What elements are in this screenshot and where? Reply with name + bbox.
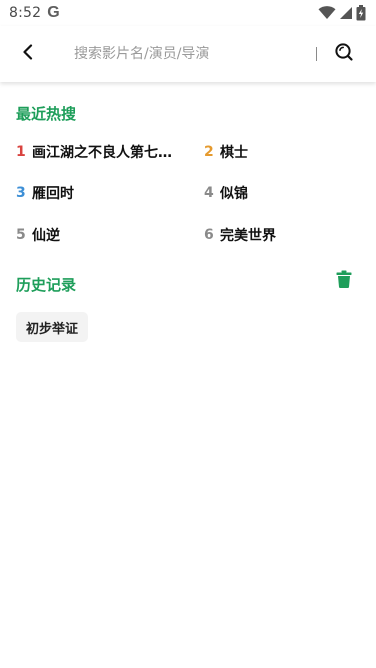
hot-item-2[interactable]: 2 棋士 (204, 141, 248, 163)
hot-item-3[interactable]: 3 雁回时 (16, 182, 74, 204)
hot-rank: 3 (16, 185, 26, 201)
search-header (0, 26, 376, 82)
hot-name: 画江湖之不良人第七… (32, 145, 172, 161)
hot-item-6[interactable]: 6 完美世界 (204, 224, 276, 246)
hot-rank: 2 (204, 144, 214, 160)
hot-name: 似锦 (220, 186, 248, 202)
status-bar: 8:52 G (0, 0, 376, 26)
search-input[interactable] (74, 40, 306, 68)
hot-name: 完美世界 (220, 228, 276, 244)
status-left: 8:52 G (9, 4, 60, 22)
wifi-icon (318, 6, 336, 20)
search-divider (316, 47, 317, 61)
hot-rank: 5 (16, 227, 26, 243)
hot-name: 仙逆 (32, 228, 60, 244)
google-icon: G (47, 4, 60, 21)
back-arrow-icon (21, 44, 35, 64)
search-icon (334, 42, 354, 66)
hot-rank: 1 (16, 144, 26, 160)
clear-history-button[interactable] (334, 270, 354, 292)
hot-item-1[interactable]: 1 画江湖之不良人第七… (16, 141, 172, 163)
status-time: 8:52 (9, 5, 42, 21)
history-title: 历史记录 (16, 276, 77, 294)
hot-name: 雁回时 (32, 186, 74, 202)
hot-item-4[interactable]: 4 似锦 (204, 182, 248, 204)
trash-icon (336, 270, 352, 292)
back-button[interactable] (14, 40, 42, 68)
search-screen: 8:52 G 搜索影片名/演员/导演 最近热搜 1 画江湖之不良人第七… 2 棋… (0, 0, 376, 668)
hot-rank: 6 (204, 227, 214, 243)
battery-charging-icon (356, 5, 366, 21)
history-chip[interactable]: 初步举证 (16, 312, 89, 342)
hot-item-5[interactable]: 5 仙逆 (16, 224, 60, 246)
hot-search-title: 最近热搜 (16, 105, 77, 123)
status-right (318, 5, 366, 21)
search-button[interactable] (330, 40, 358, 68)
hot-rank: 4 (204, 185, 214, 201)
signal-icon (339, 6, 353, 20)
hot-name: 棋士 (220, 145, 248, 161)
